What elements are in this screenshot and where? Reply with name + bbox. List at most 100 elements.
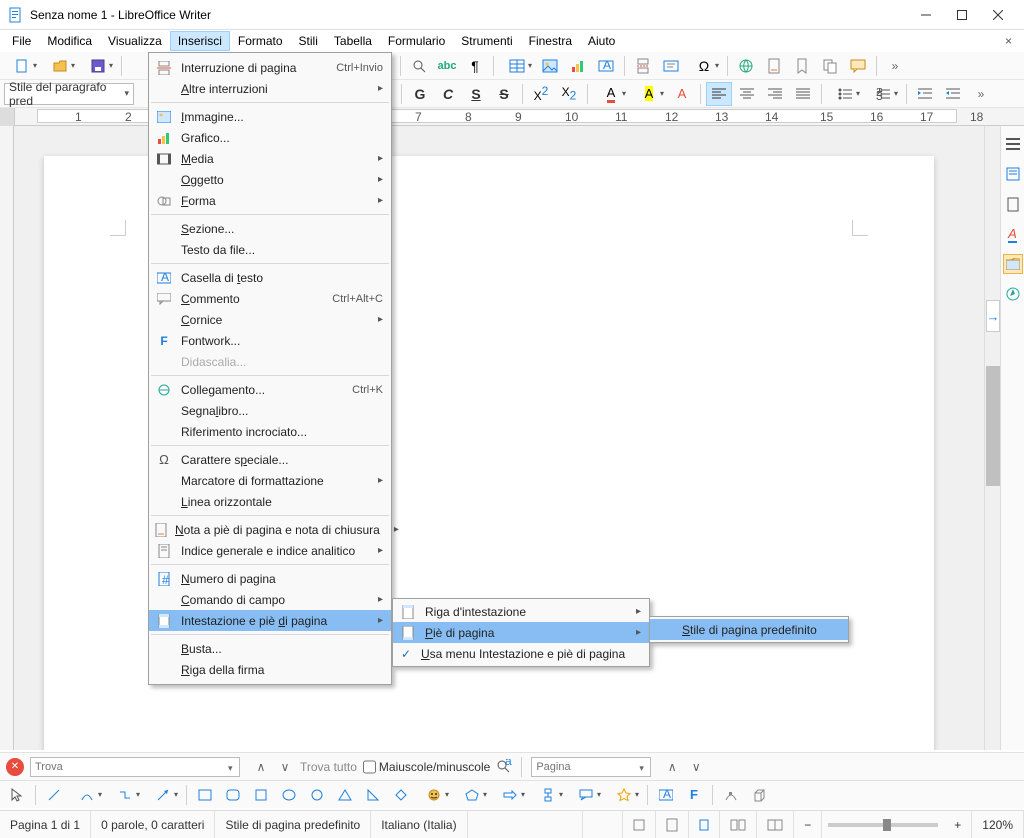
menu-tools[interactable]: Strumenti bbox=[453, 31, 520, 51]
nav-prev-button[interactable]: ∧ bbox=[663, 760, 681, 774]
subscript-button[interactable]: X2 bbox=[556, 82, 582, 106]
triangle-tool[interactable] bbox=[332, 783, 358, 807]
highlight-button[interactable]: A bbox=[631, 82, 667, 106]
curve-tool[interactable] bbox=[69, 783, 105, 807]
find-close-button[interactable]: ✕ bbox=[6, 758, 24, 776]
find-all-button[interactable]: Trova tutto bbox=[300, 760, 357, 774]
menuitem-index[interactable]: Indice generale e indice analitico▸ bbox=[149, 540, 391, 561]
nav-next-button[interactable]: ∨ bbox=[687, 760, 705, 774]
find-prev-button[interactable]: ∧ bbox=[252, 760, 270, 774]
underline-button[interactable]: S bbox=[463, 82, 489, 106]
field-button[interactable] bbox=[658, 54, 684, 78]
zoom-out-button[interactable]: − bbox=[794, 811, 822, 838]
menuitem-hyperlink[interactable]: Collegamento...Ctrl+K bbox=[149, 379, 391, 400]
line-tool[interactable] bbox=[41, 783, 67, 807]
menuitem-envelope[interactable]: Busta... bbox=[149, 638, 391, 659]
chart-button[interactable] bbox=[565, 54, 591, 78]
save-button[interactable] bbox=[80, 54, 116, 78]
menuitem-crossref[interactable]: Riferimento incrociato... bbox=[149, 421, 391, 442]
flowchart-tool[interactable] bbox=[530, 783, 566, 807]
menuitem-bookmark[interactable]: Segnalibro... bbox=[149, 400, 391, 421]
more-format-button[interactable]: » bbox=[968, 82, 994, 106]
submenu-default-page-style[interactable]: Stile di pagina predefinito bbox=[650, 619, 848, 640]
image-button[interactable] bbox=[537, 54, 563, 78]
status-view-multi[interactable] bbox=[720, 811, 757, 838]
footnote-button[interactable] bbox=[761, 54, 787, 78]
increase-indent-button[interactable] bbox=[912, 82, 938, 106]
textbox-button[interactable]: A bbox=[593, 54, 619, 78]
spellcheck-button[interactable]: abc bbox=[434, 54, 460, 78]
align-center-button[interactable] bbox=[734, 82, 760, 106]
align-left-button[interactable] bbox=[706, 82, 732, 106]
superscript-button[interactable]: X2 bbox=[528, 82, 554, 106]
menu-window[interactable]: Finestra bbox=[521, 31, 580, 51]
submenu-footer-row[interactable]: Piè di pagina▸ bbox=[393, 622, 649, 643]
hyperlink-button[interactable] bbox=[733, 54, 759, 78]
menuitem-page-break[interactable]: Interruzione di paginaCtrl+Invio bbox=[149, 57, 391, 78]
menuitem-chart[interactable]: Grafico... bbox=[149, 127, 391, 148]
more-button[interactable]: » bbox=[882, 54, 908, 78]
symbol-shapes-tool[interactable] bbox=[454, 783, 490, 807]
callout-tool[interactable] bbox=[568, 783, 604, 807]
align-right-button[interactable] bbox=[762, 82, 788, 106]
sidebar-page-icon[interactable] bbox=[1003, 194, 1023, 214]
strike-button[interactable]: S bbox=[491, 82, 517, 106]
open-button[interactable] bbox=[42, 54, 78, 78]
match-case-checkbox[interactable]: Maiuscole/minuscole bbox=[363, 757, 490, 777]
status-insert-mode[interactable] bbox=[583, 811, 623, 838]
status-language[interactable]: Italiano (Italia) bbox=[371, 811, 467, 838]
vertical-scrollbar[interactable] bbox=[984, 126, 1000, 750]
find-input[interactable] bbox=[30, 757, 240, 777]
roundrect-tool[interactable] bbox=[220, 783, 246, 807]
menuitem-media[interactable]: Media▸ bbox=[149, 148, 391, 169]
square-tool[interactable] bbox=[248, 783, 274, 807]
basic-shapes-tool[interactable] bbox=[416, 783, 452, 807]
fontwork-tool[interactable]: F bbox=[681, 783, 707, 807]
menuitem-object[interactable]: Oggetto▸ bbox=[149, 169, 391, 190]
menuitem-comment[interactable]: CommentoCtrl+Alt+C bbox=[149, 288, 391, 309]
menuitem-hr[interactable]: Linea orizzontale bbox=[149, 491, 391, 512]
menu-file[interactable]: File bbox=[4, 31, 39, 51]
pagebreak-button[interactable] bbox=[630, 54, 656, 78]
menu-insert[interactable]: Inserisci bbox=[170, 31, 230, 51]
submenu-header-row[interactable]: Riga d'intestazione▸ bbox=[393, 601, 649, 622]
close-button[interactable] bbox=[980, 1, 1016, 29]
insert-textbox-tool[interactable]: A bbox=[653, 783, 679, 807]
menuitem-header-footer[interactable]: Intestazione e piè di pagina▸ bbox=[149, 610, 391, 631]
menu-format[interactable]: Formato bbox=[230, 31, 291, 51]
sidebar-gallery-icon[interactable] bbox=[1003, 254, 1023, 274]
menu-help[interactable]: Aiuto bbox=[580, 31, 623, 51]
sidebar-navigator-icon[interactable] bbox=[1003, 284, 1023, 304]
sidebar-expand-handle[interactable]: → bbox=[986, 300, 1000, 332]
menuitem-formatmark[interactable]: Marcatore di formattazione▸ bbox=[149, 470, 391, 491]
arrow-shapes-tool[interactable] bbox=[492, 783, 528, 807]
ellipse-tool[interactable] bbox=[276, 783, 302, 807]
submenu-use-menu[interactable]: ✓Usa menu Intestazione e piè di pagina bbox=[393, 643, 649, 664]
rect-tool[interactable] bbox=[192, 783, 218, 807]
italic-button[interactable]: C bbox=[435, 82, 461, 106]
status-signature[interactable] bbox=[656, 811, 689, 838]
menuitem-image[interactable]: Immagine... bbox=[149, 106, 391, 127]
menuitem-signature[interactable]: Riga della firma bbox=[149, 659, 391, 680]
clearformat-button[interactable]: A bbox=[669, 82, 695, 106]
rtriangle-tool[interactable] bbox=[360, 783, 386, 807]
status-words[interactable]: 0 parole, 0 caratteri bbox=[91, 811, 215, 838]
new-button[interactable] bbox=[4, 54, 40, 78]
fontcolor-button[interactable]: A bbox=[593, 82, 629, 106]
bookmark-button[interactable] bbox=[789, 54, 815, 78]
extrusion-tool[interactable] bbox=[746, 783, 772, 807]
menuitem-fontwork[interactable]: FFontwork... bbox=[149, 330, 391, 351]
zoom-in-button[interactable]: + bbox=[944, 811, 972, 838]
status-pagestyle[interactable]: Stile di pagina predefinito bbox=[215, 811, 371, 838]
minimize-button[interactable] bbox=[908, 1, 944, 29]
find-options-button[interactable]: a bbox=[496, 759, 512, 775]
menu-view[interactable]: Visualizza bbox=[100, 31, 170, 51]
status-selection-mode[interactable] bbox=[623, 811, 656, 838]
close-doc-button[interactable]: × bbox=[997, 34, 1020, 48]
menuitem-specialchar[interactable]: ΩCarattere speciale... bbox=[149, 449, 391, 470]
diamond-tool[interactable] bbox=[388, 783, 414, 807]
menuitem-section[interactable]: Sezione... bbox=[149, 218, 391, 239]
bullet-list-button[interactable] bbox=[827, 82, 863, 106]
number-list-button[interactable]: 123 bbox=[865, 82, 901, 106]
menuitem-shape[interactable]: Forma▸ bbox=[149, 190, 391, 211]
